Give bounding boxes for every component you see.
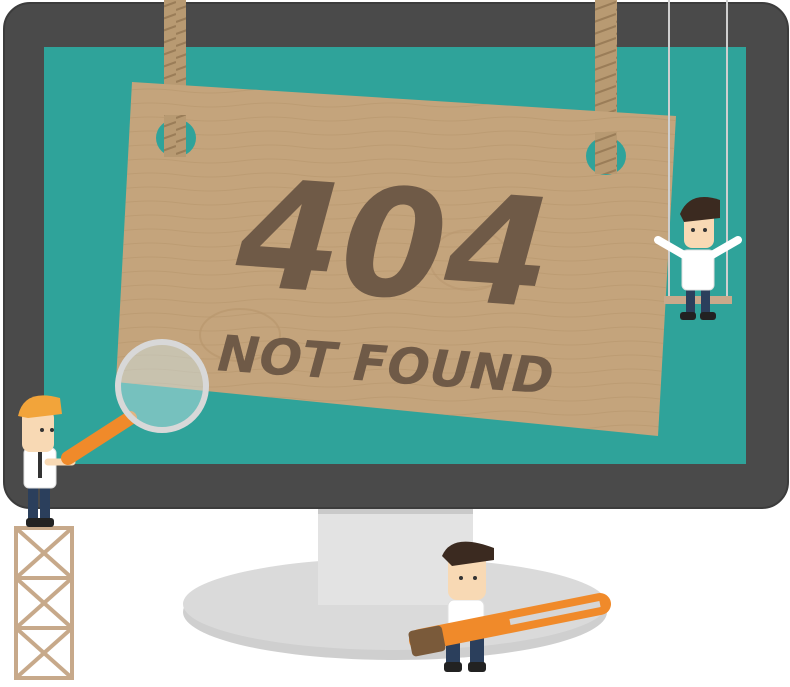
error-code: 404 (231, 147, 556, 342)
monitor-stand (183, 500, 607, 660)
error-404-illustration: 404 NOT FOUND (0, 0, 790, 687)
scaffold-tower (14, 526, 74, 680)
